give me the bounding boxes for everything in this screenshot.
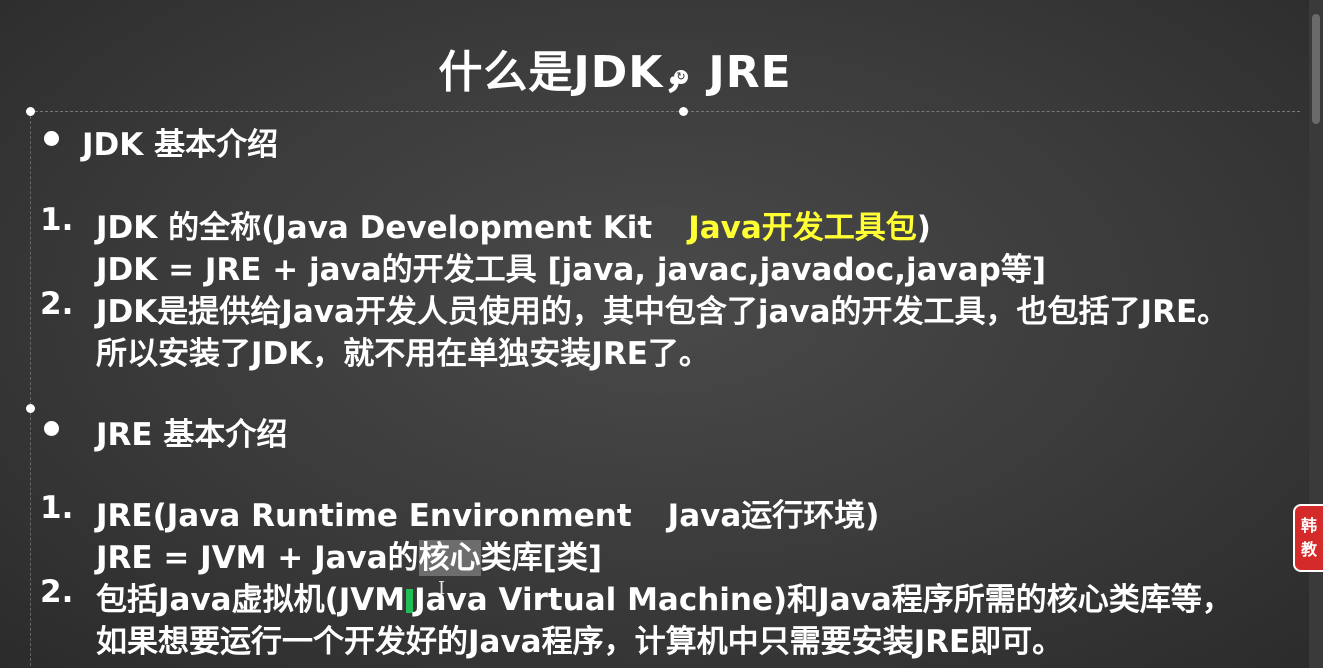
selected-text-highlight[interactable]: 核心 xyxy=(418,540,481,576)
bullet-dot xyxy=(44,421,59,436)
bullet-dot xyxy=(44,131,59,146)
jdk-item-2-line-2[interactable]: 所以安装了JDK，就不用在单独安装JRE了。 xyxy=(96,328,710,373)
jre-formula-suffix: 类库[类] xyxy=(480,540,602,576)
list-number: 2. xyxy=(40,286,74,322)
jre-chinese-name: Java运行环境) xyxy=(667,498,880,534)
jre-formula-text: JRE = JVM + Java的 xyxy=(96,540,419,576)
jre-item-2-line-1[interactable]: 包括Java虚拟机(JVM Java Virtual Machine)和Java程… xyxy=(96,574,1233,619)
jre-item-2-line-2[interactable]: 如果想要运行一个开发好的Java程序，计算机中只需要安装JRE即可。 xyxy=(96,616,1063,661)
closing-paren: ) xyxy=(916,210,931,246)
slide-title[interactable]: 什么是JDK，JRE xyxy=(0,36,1230,100)
resize-handle-middle-left[interactable] xyxy=(26,404,35,413)
jdk-item-1-line-2[interactable]: JDK = JRE + java的开发工具 [java, javac,javad… xyxy=(96,244,1046,289)
list-number: 1. xyxy=(40,490,74,526)
scroll-thumb[interactable] xyxy=(1312,14,1320,124)
jre-item-1-line-1[interactable]: JRE(Java Runtime Environment Java运行环境) xyxy=(96,490,879,535)
jdk-item-2-line-1[interactable]: JDK是提供给Java开发人员使用的，其中包含了java的开发工具，也包括了JR… xyxy=(96,286,1228,331)
jdk-chinese-name-highlight: Java开发工具包 xyxy=(688,210,917,246)
jdk-item-1-line-1[interactable]: JDK 的全称(Java Development Kit Java开发工具包) xyxy=(96,202,931,247)
selection-border-left xyxy=(30,111,31,668)
resize-handle-top-left[interactable] xyxy=(26,107,35,116)
jvm-text: 包括Java虚拟机(JVM xyxy=(96,582,406,618)
text-cursor-marker xyxy=(406,589,414,613)
section-heading-jdk[interactable]: JDK 基本介绍 xyxy=(82,119,278,164)
resize-handle-top-center[interactable] xyxy=(679,107,688,116)
jdk-fullname-text: JDK 的全称(Java Development Kit xyxy=(96,210,653,246)
list-number: 1. xyxy=(40,202,74,238)
section-heading-jre[interactable]: JRE 基本介绍 xyxy=(96,409,287,454)
jre-item-1-line-2[interactable]: JRE = JVM + Java的核心类库[类] xyxy=(96,532,602,577)
jre-fullname-text: JRE(Java Runtime Environment xyxy=(96,498,632,534)
ibeam-cursor-icon: I xyxy=(438,578,446,599)
list-number: 2. xyxy=(40,574,74,610)
jvm-desc-text: Java Virtual Machine)和Java程序所需的核心类库等， xyxy=(414,582,1233,618)
selection-border-top xyxy=(30,111,1300,112)
side-badge[interactable]: 韩教 xyxy=(1293,504,1323,572)
